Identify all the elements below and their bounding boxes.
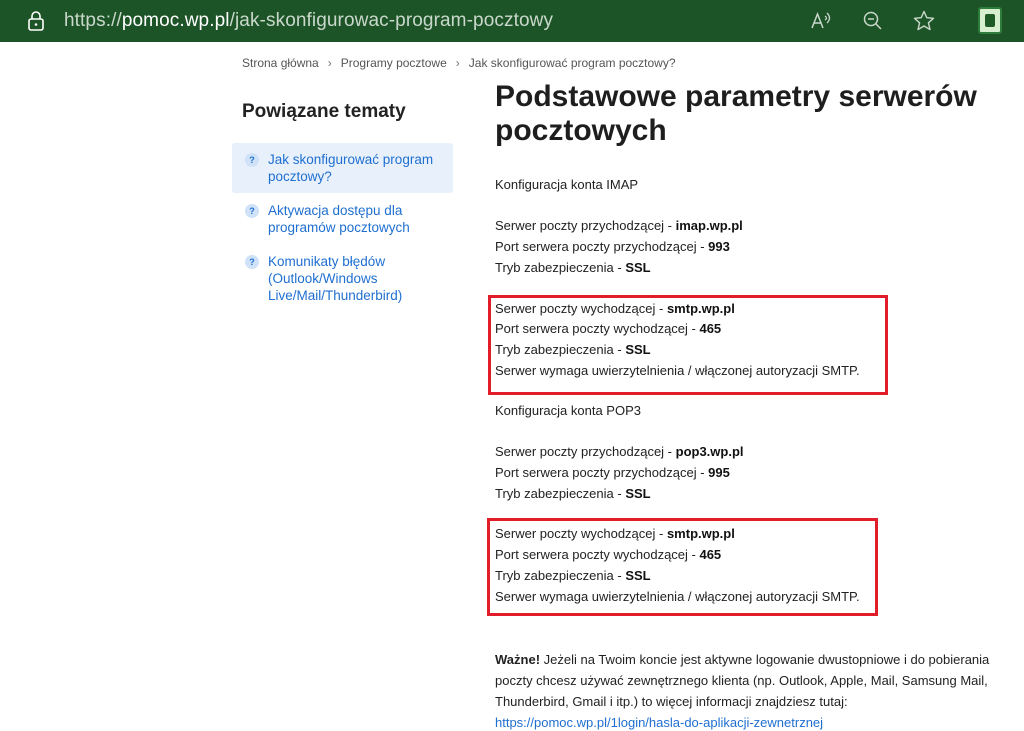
url-host: pomoc.wp.pl bbox=[121, 10, 230, 31]
breadcrumb-separator: › bbox=[327, 56, 332, 70]
page-title: Podstawowe parametry serwerów pocztowych bbox=[495, 80, 977, 147]
sidebar-item-configure-client[interactable]: ? Jak skonfigurować program pocztowy? bbox=[232, 143, 453, 193]
browser-address-bar: https://pomoc.wp.pl/jak-skonfigurowac-pr… bbox=[0, 0, 1024, 42]
url-scheme: https:// bbox=[64, 10, 122, 31]
sidebar-item-error-messages[interactable]: ? Komunikaty błędów (Outlook/Windows Liv… bbox=[232, 245, 453, 312]
question-icon: ? bbox=[245, 255, 259, 269]
pop3-incoming-server: Serwer poczty przychodzącej - pop3.wp.pl bbox=[495, 444, 744, 459]
pop3-heading: Konfiguracja konta POP3 bbox=[495, 403, 641, 418]
pop3-outgoing-server: Serwer poczty wychodzącej - smtp.wp.pl bbox=[495, 526, 735, 541]
breadcrumb-programs[interactable]: Programy pocztowe bbox=[341, 56, 447, 70]
pop3-outgoing-auth-note: Serwer wymaga uwierzytelnienia / włączon… bbox=[495, 589, 860, 604]
sidebar-item-label: Jak skonfigurować program pocztowy? bbox=[268, 152, 434, 184]
sidebar-item-label: Aktywacja dostępu dla programów pocztowy… bbox=[268, 203, 410, 235]
imap-outgoing-auth-note: Serwer wymaga uwierzytelnienia / włączon… bbox=[495, 363, 860, 378]
read-aloud-icon[interactable] bbox=[808, 8, 834, 34]
url-field[interactable]: https://pomoc.wp.pl/jak-skonfigurowac-pr… bbox=[64, 9, 553, 33]
sidebar-item-label: Komunikaty błędów (Outlook/Windows Live/… bbox=[268, 254, 403, 303]
url-path: /jak-skonfigurowac-program-pocztowy bbox=[229, 10, 554, 31]
important-notice: Ważne! Jeżeli na Twoim koncie jest aktyw… bbox=[495, 649, 1010, 731]
sidebar-title: Powiązane tematy bbox=[242, 101, 406, 122]
imap-heading: Konfiguracja konta IMAP bbox=[495, 177, 639, 192]
lock-icon[interactable] bbox=[26, 10, 46, 32]
important-label: Ważne! bbox=[495, 652, 541, 667]
extension-icon[interactable] bbox=[978, 7, 1002, 34]
imap-outgoing-security: Tryb zabezpieczenia - SSL bbox=[495, 342, 651, 357]
favorite-star-icon[interactable] bbox=[911, 8, 937, 34]
imap-outgoing-server: Serwer poczty wychodzącej - smtp.wp.pl bbox=[495, 301, 735, 316]
pop3-outgoing-security: Tryb zabezpieczenia - SSL bbox=[495, 568, 651, 583]
imap-incoming-port: Port serwera poczty przychodzącej - 993 bbox=[495, 239, 730, 254]
sidebar-item-activate-access[interactable]: ? Aktywacja dostępu dla programów poczto… bbox=[232, 194, 453, 244]
breadcrumb: Strona główna › Programy pocztowe › Jak skon… bbox=[242, 56, 676, 70]
question-icon: ? bbox=[245, 204, 259, 218]
imap-outgoing-port: Port serwera poczty wychodzącej - 465 bbox=[495, 321, 722, 336]
breadcrumb-current: Jak skonfigurować program pocztowy? bbox=[468, 56, 676, 70]
question-icon: ? bbox=[245, 153, 259, 167]
zoom-out-icon[interactable] bbox=[860, 8, 886, 34]
important-text: Jeżeli na Twoim koncie jest aktywne logo… bbox=[495, 652, 990, 709]
imap-incoming-security: Tryb zabezpieczenia - SSL bbox=[495, 260, 651, 275]
breadcrumb-separator: › bbox=[455, 56, 460, 70]
pop3-outgoing-port: Port serwera poczty wychodzącej - 465 bbox=[495, 547, 722, 562]
pop3-incoming-port: Port serwera poczty przychodzącej - 995 bbox=[495, 465, 730, 480]
pop3-incoming-security: Tryb zabezpieczenia - SSL bbox=[495, 486, 651, 501]
app-passwords-link[interactable]: https://pomoc.wp.pl/1login/hasla-do-apli… bbox=[495, 715, 823, 730]
breadcrumb-home[interactable]: Strona główna bbox=[242, 56, 319, 70]
imap-incoming-server: Serwer poczty przychodzącej - imap.wp.pl bbox=[495, 218, 743, 233]
